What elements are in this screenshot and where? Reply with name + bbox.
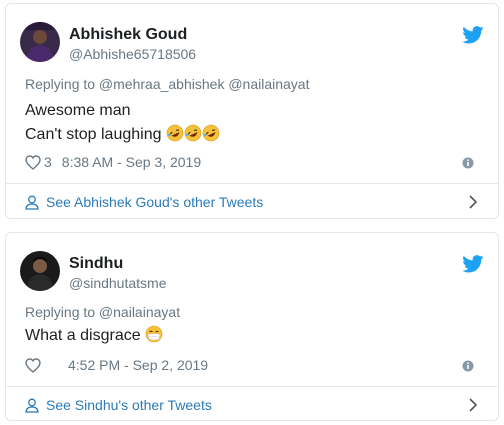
author-handle[interactable]: @Abhishe65718506	[69, 46, 196, 62]
face-with-medical-mask-emoji	[145, 325, 163, 343]
reply-context[interactable]: Replying to @mehraa_abhishek @nailainaya…	[25, 76, 309, 92]
heart-icon[interactable]	[25, 357, 41, 373]
avatar[interactable]	[20, 22, 60, 62]
tweet-card: Abhishek Goud @Abhishe65718506 Replying …	[5, 3, 499, 219]
see-other-tweets-label[interactable]: See Sindhu's other Tweets	[46, 397, 212, 413]
person-icon	[25, 195, 39, 210]
author-handle[interactable]: @sindhutatsme	[69, 275, 166, 291]
tweet-meta: 3 8:38 AM - Sep 3, 2019	[25, 154, 201, 170]
tweet-text-line: What a disgrace	[25, 324, 163, 348]
tweet-card: Sindhu @sindhutatsme Replying to @nailai…	[5, 232, 499, 421]
timestamp[interactable]: 8:38 AM - Sep 3, 2019	[62, 154, 201, 170]
twitter-bird-icon[interactable]	[462, 255, 484, 273]
info-icon[interactable]	[462, 157, 474, 169]
info-icon[interactable]	[462, 360, 474, 372]
rolling-on-floor-laughing-emoji	[184, 124, 202, 142]
tweet-text-line: Awesome man	[25, 102, 131, 119]
divider	[6, 386, 498, 387]
chevron-right-icon[interactable]	[468, 398, 478, 412]
divider	[6, 183, 498, 184]
tweet-header: Sindhu @sindhutatsme	[6, 233, 498, 293]
twitter-bird-icon[interactable]	[462, 26, 484, 44]
author-name[interactable]: Sindhu	[69, 255, 123, 273]
reply-context[interactable]: Replying to @nailainayat	[25, 304, 180, 320]
tweet-text-line-2: Can't stop laughing	[25, 123, 220, 147]
tweet-meta: 4:52 PM - Sep 2, 2019	[25, 357, 208, 373]
heart-icon[interactable]	[25, 154, 41, 170]
rolling-on-floor-laughing-emoji	[202, 124, 220, 142]
see-other-tweets-link[interactable]: See Abhishek Goud's other Tweets	[25, 194, 263, 210]
timestamp[interactable]: 4:52 PM - Sep 2, 2019	[68, 357, 208, 373]
tweet-text: Can't stop laughing	[25, 126, 162, 143]
chevron-right-icon[interactable]	[468, 195, 478, 209]
tweet-header: Abhishek Goud @Abhishe65718506	[6, 4, 498, 64]
author-name[interactable]: Abhishek Goud	[69, 26, 187, 44]
person-icon	[25, 398, 39, 413]
like-count[interactable]: 3	[44, 154, 52, 170]
see-other-tweets-label[interactable]: See Abhishek Goud's other Tweets	[46, 194, 263, 210]
rolling-on-floor-laughing-emoji	[166, 124, 184, 142]
see-other-tweets-link[interactable]: See Sindhu's other Tweets	[25, 397, 212, 413]
avatar[interactable]	[20, 251, 60, 291]
tweet-text: What a disgrace	[25, 327, 141, 344]
